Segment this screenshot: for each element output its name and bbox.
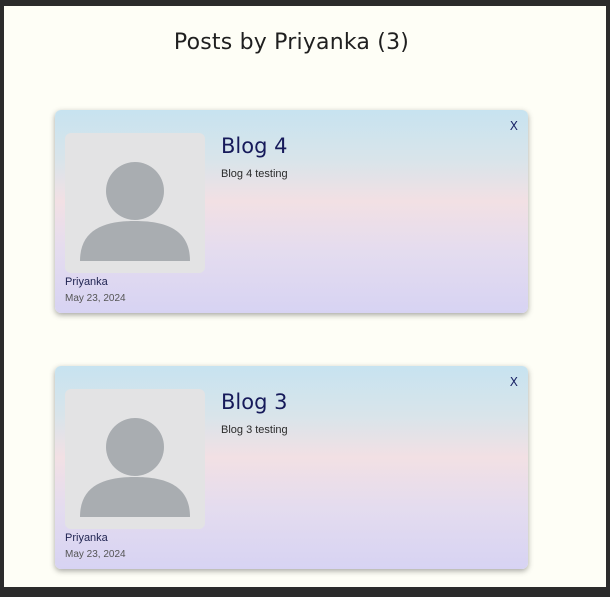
close-button[interactable]: X (510, 375, 518, 389)
avatar (65, 389, 205, 529)
avatar (65, 133, 205, 273)
post-card[interactable]: X Blog 4 Blog 4 testing Priyanka May 23,… (55, 110, 528, 313)
user-avatar-icon (80, 418, 190, 517)
post-author: Priyanka (65, 532, 108, 544)
post-description: Blog 3 testing (221, 424, 288, 436)
post-description: Blog 4 testing (221, 168, 288, 180)
post-date: May 23, 2024 (65, 549, 126, 560)
post-title[interactable]: Blog 4 (221, 134, 287, 158)
page: Posts by Priyanka (3) X Blog 4 Blog 4 te… (4, 6, 606, 587)
post-author: Priyanka (65, 276, 108, 288)
post-date: May 23, 2024 (65, 293, 126, 304)
close-button[interactable]: X (510, 119, 518, 133)
post-title[interactable]: Blog 3 (221, 390, 287, 414)
post-card[interactable]: X Blog 3 Blog 3 testing Priyanka May 23,… (55, 366, 528, 569)
user-avatar-icon (80, 162, 190, 261)
page-title: Posts by Priyanka (3) (173, 30, 410, 55)
